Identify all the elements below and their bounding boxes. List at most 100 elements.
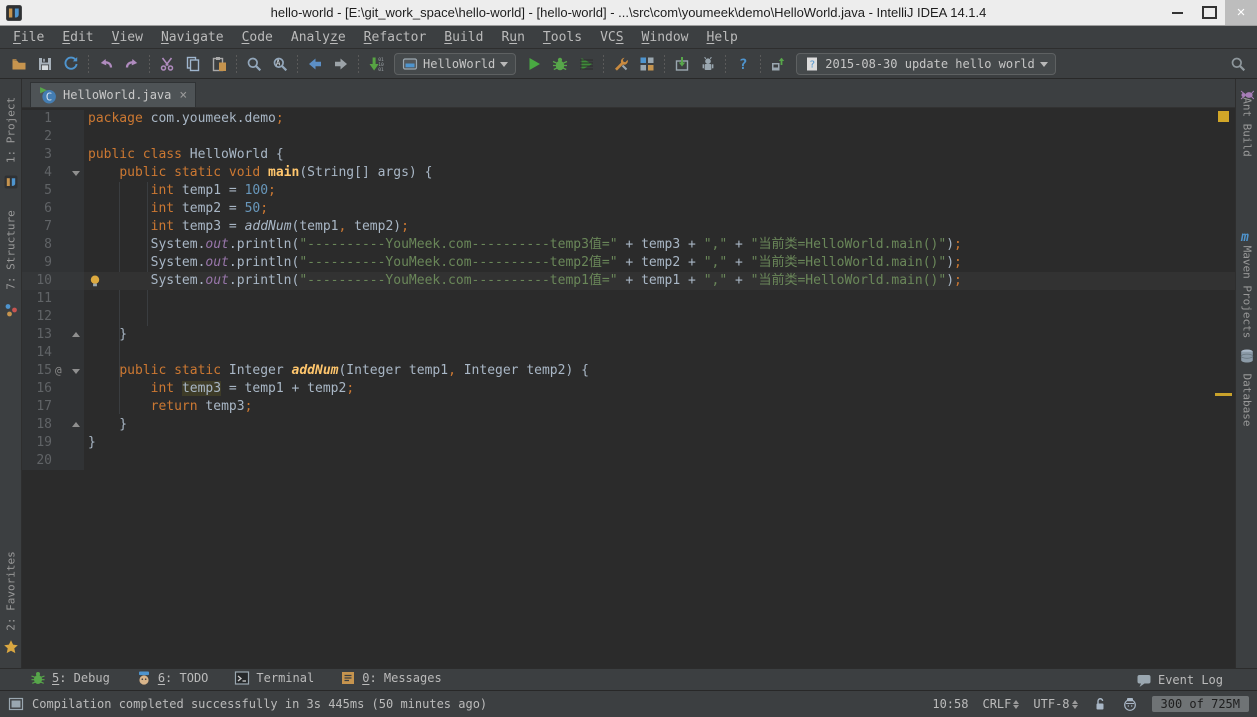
svg-text:?: ? (809, 59, 815, 70)
token-str: "----------YouMeek.com----------temp3值=" (299, 237, 617, 252)
intention-bulb-icon[interactable] (88, 274, 102, 288)
event-log-button[interactable]: Event Log (1136, 672, 1223, 688)
gutter[interactable]: 5 (22, 182, 84, 200)
cut-button[interactable] (154, 52, 180, 76)
fold-marker[interactable] (72, 171, 80, 176)
menu-navigate[interactable]: Navigate (152, 30, 233, 45)
menu-run[interactable]: Run (492, 30, 533, 45)
code-line-12: 12 (22, 308, 1235, 326)
menu-code[interactable]: Code (233, 30, 282, 45)
status-bar: Compilation completed successfully in 3s… (0, 690, 1257, 717)
menu-tools[interactable]: Tools (534, 30, 591, 45)
help-button[interactable]: ? (730, 52, 756, 76)
gutter[interactable]: 13 (22, 326, 84, 344)
gutter[interactable]: 18 (22, 416, 84, 434)
analysis-status-marker[interactable] (1218, 111, 1229, 122)
lock-icon[interactable] (1092, 696, 1108, 712)
minimize-button[interactable] (1161, 0, 1193, 25)
token-kw: return (151, 399, 198, 414)
copy-button[interactable] (180, 52, 206, 76)
gutter[interactable]: 15@ (22, 362, 84, 380)
menu-refactor[interactable]: Refactor (355, 30, 436, 45)
fold-marker[interactable] (72, 332, 80, 337)
gutter[interactable]: 6 (22, 200, 84, 218)
undo-button[interactable] (93, 52, 119, 76)
fold-marker[interactable] (72, 422, 80, 427)
token-str: "当前类=HelloWorld.main()" (751, 273, 947, 288)
maximize-button[interactable] (1193, 0, 1225, 25)
gutter-markers (52, 164, 84, 182)
vcs-changelist-combo[interactable]: ?2015-08-30 update hello world (796, 53, 1056, 75)
forward-button[interactable] (328, 52, 354, 76)
open-file-button[interactable] (6, 52, 32, 76)
gutter[interactable]: 7 (22, 218, 84, 236)
code-text: public static void main(String[] args) { (84, 164, 1235, 182)
hector-inspections-icon[interactable] (1122, 696, 1138, 712)
tool-window-messages[interactable]: 0: Messages (340, 670, 441, 686)
update-project-button[interactable]: 011001 (363, 52, 389, 76)
gutter[interactable]: 14 (22, 344, 84, 362)
token-pl: (Integer temp1 (338, 363, 448, 378)
memory-indicator[interactable]: 300 of 725M (1152, 696, 1249, 712)
tool-window-todo[interactable]: 6: TODO (136, 670, 209, 686)
synchronize-button[interactable] (58, 52, 84, 76)
tool-window-debug[interactable]: 5: Debug (30, 670, 110, 686)
menu-file[interactable]: File (4, 30, 53, 45)
gutter[interactable]: 3 (22, 146, 84, 164)
gutter[interactable]: 17 (22, 398, 84, 416)
code-text: System.out.println("----------YouMeek.co… (84, 254, 1235, 272)
maven-icon: m (1239, 228, 1255, 244)
code-editor[interactable]: 1package com.youmeek.demo;23public class… (22, 108, 1235, 668)
fold-marker[interactable] (72, 369, 80, 374)
save-all-button[interactable] (32, 52, 58, 76)
gutter[interactable]: 10 (22, 272, 84, 290)
paste-button[interactable] (206, 52, 232, 76)
settings-icon (613, 56, 629, 72)
run-button[interactable] (521, 52, 547, 76)
menu-build[interactable]: Build (435, 30, 492, 45)
debug-button[interactable] (547, 52, 573, 76)
search-everywhere-button[interactable] (1225, 52, 1251, 76)
settings-button[interactable] (608, 52, 634, 76)
run-with-coverage-button[interactable] (573, 52, 599, 76)
token-pl: + (727, 255, 750, 270)
gutter[interactable]: 20 (22, 452, 84, 470)
gutter[interactable]: 8 (22, 236, 84, 254)
gutter[interactable]: 4 (22, 164, 84, 182)
gutter-markers (52, 290, 84, 308)
run-configuration-icon (402, 56, 418, 72)
tab-helloworld-java[interactable]: C HelloWorld.java × (30, 82, 196, 107)
menu-window[interactable]: Window (633, 30, 698, 45)
menu-edit[interactable]: Edit (53, 30, 102, 45)
project-structure-button[interactable] (634, 52, 660, 76)
tab-close-icon[interactable]: × (179, 88, 187, 103)
menu-help[interactable]: Help (698, 30, 747, 45)
tool-window-terminal[interactable]: Terminal (234, 670, 314, 686)
gutter[interactable]: 11 (22, 290, 84, 308)
redo-button[interactable] (119, 52, 145, 76)
encoding-selector[interactable]: UTF-8 (1033, 697, 1077, 711)
code-text: public class HelloWorld { (84, 146, 1235, 164)
gutter[interactable]: 2 (22, 128, 84, 146)
gutter[interactable]: 12 (22, 308, 84, 326)
line-ending-selector[interactable]: CRLF (982, 697, 1019, 711)
install-plugin-button[interactable] (669, 52, 695, 76)
gutter[interactable]: 1 (22, 110, 84, 128)
deploy-button[interactable] (765, 52, 791, 76)
update-project-icon: 011001 (368, 56, 384, 72)
menu-vcs[interactable]: VCS (591, 30, 632, 45)
error-stripe-highlight-marker[interactable] (1215, 393, 1232, 396)
menu-view[interactable]: View (103, 30, 152, 45)
find-button[interactable] (241, 52, 267, 76)
gutter[interactable]: 19 (22, 434, 84, 452)
replace-button[interactable]: A (267, 52, 293, 76)
token-pu: ; (276, 111, 284, 126)
tool-stripe-maven-projects-label: Maven Projects (1240, 246, 1253, 339)
gutter[interactable]: 16 (22, 380, 84, 398)
menu-analyze[interactable]: Analyze (282, 30, 355, 45)
close-button[interactable]: × (1225, 0, 1257, 25)
gutter[interactable]: 9 (22, 254, 84, 272)
run-configuration-combo[interactable]: HelloWorld (394, 53, 516, 75)
android-button[interactable] (695, 52, 721, 76)
back-button[interactable] (302, 52, 328, 76)
